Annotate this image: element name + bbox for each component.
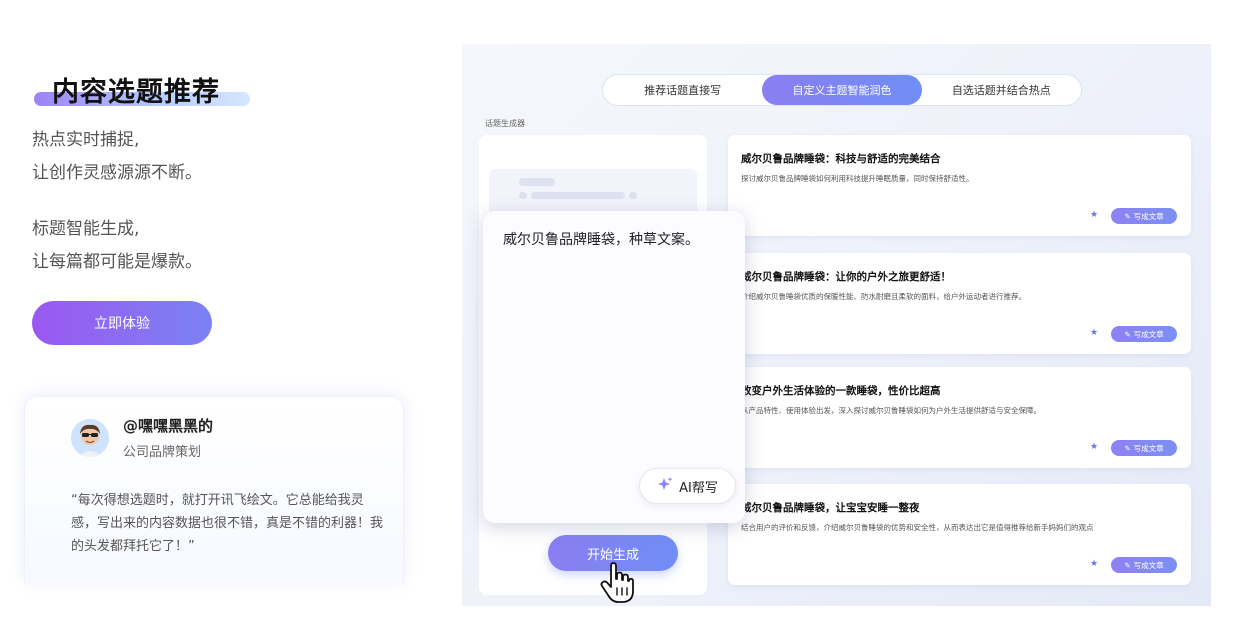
skeleton-line <box>519 178 555 186</box>
result-card: 威尔贝鲁品牌睡袋：科技与舒适的完美结合 探讨威尔贝鲁品牌睡袋如何利用科技提升睡眠… <box>728 135 1191 236</box>
result-title: 威尔贝鲁品牌睡袋，让宝宝安睡一整夜 <box>741 502 920 514</box>
feature-desc-line: 热点实时捕捉, <box>32 130 140 150</box>
user-name: @嘿嘿黑黑的 <box>123 417 214 435</box>
write-article-button[interactable]: ✎ 写成文章 <box>1111 440 1177 456</box>
prompt-input-card[interactable]: 威尔贝鲁品牌睡袋，种草文案。 AI帮写 <box>483 211 745 523</box>
write-article-label: 写成文章 <box>1133 443 1164 453</box>
write-article-label: 写成文章 <box>1133 211 1164 221</box>
result-desc: 探讨威尔贝鲁品牌睡袋如何利用科技提升睡眠质量，同时保持舒适性。 <box>741 174 974 183</box>
result-desc: 介绍威尔贝鲁睡袋优质的保暖性能、防水耐磨且柔软的面料，给户外运动者进行推荐。 <box>741 292 1026 301</box>
result-desc: 从产品特性、使用体验出发，深入探讨威尔贝鲁睡袋如何为户外生活提供舒适与安全保障。 <box>741 406 1041 415</box>
skeleton-dot <box>519 192 527 199</box>
write-article-button[interactable]: ✎ 写成文章 <box>1111 208 1177 224</box>
testimonial-card: @嘿嘿黑黑的 公司品牌策划 “每次得想选题时，就打开讯飞绘文。它总能给我灵感，写… <box>24 396 404 584</box>
feature-desc-title: 标题智能生成, 让每篇都可能是爆款。 <box>32 213 202 279</box>
result-title: 改变户外生活体验的一款睡袋，性价比超高 <box>741 385 941 397</box>
sparkle-icon <box>657 476 673 496</box>
mode-tabs: 推荐话题直接写 自定义主题智能润色 自选话题并结合热点 <box>602 74 1082 106</box>
hand-pointer-icon <box>600 562 634 604</box>
try-now-button[interactable]: 立即体验 <box>32 301 212 345</box>
skeleton-dot <box>629 192 637 199</box>
testimonial-quote: “每次得想选题时，就打开讯飞绘文。它总能给我灵感，写出来的内容数据也很不错，真是… <box>71 493 384 554</box>
star-icon[interactable]: ★ <box>1090 210 1098 220</box>
tab-custom-theme[interactable]: 自定义主题智能润色 <box>762 75 922 105</box>
pencil-icon: ✎ <box>1124 211 1131 221</box>
star-icon[interactable]: ★ <box>1090 442 1098 452</box>
section-title: 内容选题推荐 <box>52 77 220 108</box>
result-card: 威尔贝鲁品牌睡袋，让宝宝安睡一整夜 结合用户的评价和反馈，介绍威尔贝鲁睡袋的优势… <box>728 484 1191 585</box>
ai-write-label: AI帮写 <box>679 480 718 496</box>
result-card: 威尔贝鲁品牌睡袋：让你的户外之旅更舒适！ 介绍威尔贝鲁睡袋优质的保暖性能、防水耐… <box>728 253 1191 354</box>
result-desc: 结合用户的评价和反馈，介绍威尔贝鲁睡袋的优势和安全性，从而表达出它是值得推荐给新… <box>741 523 1094 532</box>
pencil-icon: ✎ <box>1124 560 1131 570</box>
tab-recommend-topic[interactable]: 推荐话题直接写 <box>603 75 762 105</box>
feature-desc-line: 标题智能生成, <box>32 219 140 239</box>
star-icon[interactable]: ★ <box>1090 559 1098 569</box>
user-role: 公司品牌策划 <box>123 445 202 460</box>
result-card: 改变户外生活体验的一款睡袋，性价比超高 从产品特性、使用体验出发，深入探讨威尔贝… <box>728 367 1191 468</box>
result-title: 威尔贝鲁品牌睡袋：科技与舒适的完美结合 <box>741 153 941 165</box>
feature-desc-line: 让每篇都可能是爆款。 <box>32 252 202 272</box>
write-article-button[interactable]: ✎ 写成文章 <box>1111 557 1177 573</box>
prompt-text[interactable]: 威尔贝鲁品牌睡袋，种草文案。 <box>503 229 731 251</box>
skeleton-line <box>531 192 625 199</box>
section-title-block: 内容选题推荐 <box>34 70 252 114</box>
result-title: 威尔贝鲁品牌睡袋：让你的户外之旅更舒适！ <box>741 271 951 283</box>
write-article-label: 写成文章 <box>1133 560 1164 570</box>
write-article-button[interactable]: ✎ 写成文章 <box>1111 326 1177 342</box>
ai-write-button[interactable]: AI帮写 <box>639 468 736 504</box>
feature-desc-line: 让创作灵感源源不断。 <box>32 163 202 183</box>
star-icon[interactable]: ★ <box>1090 328 1098 338</box>
write-article-label: 写成文章 <box>1133 329 1164 339</box>
pencil-icon: ✎ <box>1124 329 1131 339</box>
feature-desc-hotspot: 热点实时捕捉, 让创作灵感源源不断。 <box>32 124 202 190</box>
history-label: 话题生成器 <box>485 119 525 128</box>
history-skeleton <box>489 169 697 217</box>
tab-hot-topic[interactable]: 自选话题并结合热点 <box>922 75 1081 105</box>
avatar <box>71 419 109 457</box>
pencil-icon: ✎ <box>1124 443 1131 453</box>
